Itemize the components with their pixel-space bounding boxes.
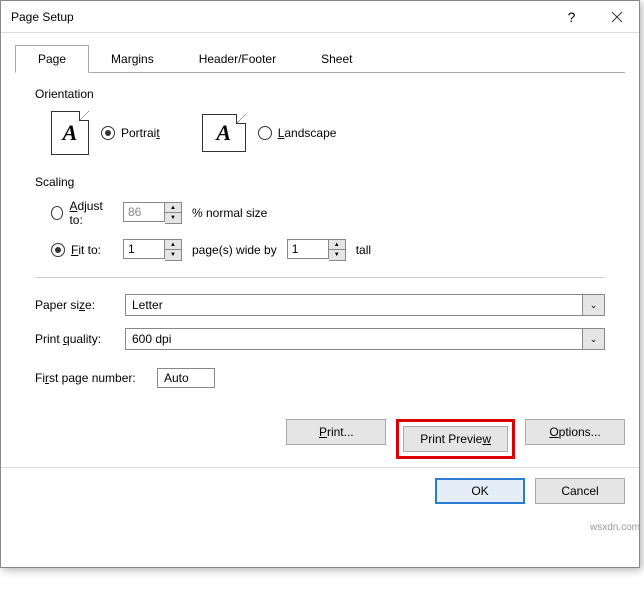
dialog-title: Page Setup bbox=[11, 10, 549, 24]
print-quality-value: 600 dpi bbox=[125, 328, 583, 350]
portrait-radio-label: Portrait bbox=[121, 126, 160, 140]
highlight-annotation: Print Preview bbox=[396, 419, 515, 459]
fit-to-row: Fit to: ▲ ▼ page(s) wide by ▲ ▼ bbox=[35, 239, 605, 261]
page-setup-dialog: Page Setup ? Page Margins Header/Footer … bbox=[0, 0, 640, 568]
close-icon bbox=[611, 11, 623, 23]
tab-header-footer[interactable]: Header/Footer bbox=[176, 45, 299, 73]
adjust-to-row: Adjust to: ▲ ▼ % normal size bbox=[35, 199, 605, 227]
adjust-spinner[interactable]: ▲ ▼ bbox=[123, 202, 182, 224]
tab-margins[interactable]: Margins bbox=[88, 45, 177, 73]
orientation-label: Orientation bbox=[35, 87, 605, 101]
help-button[interactable]: ? bbox=[549, 1, 594, 33]
close-button[interactable] bbox=[594, 1, 639, 33]
chevron-down-icon[interactable]: ⌄ bbox=[583, 328, 605, 350]
ok-button[interactable]: OK bbox=[435, 478, 525, 504]
scaling-label: Scaling bbox=[35, 175, 605, 189]
landscape-icon: A bbox=[202, 114, 246, 152]
fit-wide-spinner[interactable]: ▲ ▼ bbox=[123, 239, 182, 261]
fit-wide-input[interactable] bbox=[123, 239, 165, 259]
spinner-down-icon[interactable]: ▼ bbox=[165, 213, 181, 223]
paper-size-value: Letter bbox=[125, 294, 583, 316]
tab-page[interactable]: Page bbox=[15, 45, 89, 73]
spinner-up-icon[interactable]: ▲ bbox=[165, 240, 181, 250]
fit-tall-spinner[interactable]: ▲ ▼ bbox=[287, 239, 346, 261]
tab-sheet[interactable]: Sheet bbox=[298, 45, 375, 73]
print-quality-row: Print quality: 600 dpi ⌄ bbox=[35, 328, 605, 350]
fit-to-radio[interactable]: Fit to: bbox=[51, 243, 113, 257]
tab-strip: Page Margins Header/Footer Sheet bbox=[15, 45, 639, 73]
orientation-row: A Portrait A Landscape bbox=[35, 111, 605, 155]
fit-to-label: Fit to: bbox=[71, 243, 101, 257]
portrait-icon: A bbox=[51, 111, 89, 155]
scaling-section: Scaling Adjust to: ▲ ▼ % normal size bbox=[35, 175, 605, 261]
adjust-to-radio[interactable]: Adjust to: bbox=[51, 199, 113, 227]
portrait-radio[interactable]: Portrait bbox=[101, 126, 160, 140]
first-page-label: First page number: bbox=[35, 371, 157, 385]
radio-icon bbox=[51, 243, 65, 257]
print-preview-button[interactable]: Print Preview bbox=[403, 426, 508, 452]
fit-tall-input[interactable] bbox=[287, 239, 329, 259]
options-button[interactable]: Options... bbox=[525, 419, 625, 445]
spinner-down-icon[interactable]: ▼ bbox=[329, 250, 345, 260]
print-quality-label: Print quality: bbox=[35, 332, 125, 346]
landscape-radio[interactable]: Landscape bbox=[258, 126, 337, 140]
fit-mid-label: page(s) wide by bbox=[192, 243, 277, 257]
dialog-footer: OK Cancel bbox=[1, 467, 639, 514]
print-button[interactable]: Print... bbox=[286, 419, 386, 445]
chevron-down-icon[interactable]: ⌄ bbox=[583, 294, 605, 316]
paper-size-dropdown[interactable]: Letter ⌄ bbox=[125, 294, 605, 316]
divider bbox=[35, 277, 605, 278]
spinner-up-icon[interactable]: ▲ bbox=[165, 203, 181, 213]
adjust-suffix: % normal size bbox=[192, 206, 267, 220]
adjust-to-label: Adjust to: bbox=[69, 199, 113, 227]
fit-suffix: tall bbox=[356, 243, 371, 257]
tab-content: Orientation A Portrait A Landscape Scali… bbox=[15, 72, 625, 388]
radio-icon bbox=[51, 206, 63, 220]
spinner-up-icon[interactable]: ▲ bbox=[329, 240, 345, 250]
paper-size-label: Paper size: bbox=[35, 298, 125, 312]
radio-icon bbox=[101, 126, 115, 140]
titlebar: Page Setup ? bbox=[1, 1, 639, 33]
print-quality-dropdown[interactable]: 600 dpi ⌄ bbox=[125, 328, 605, 350]
adjust-value-input[interactable] bbox=[123, 202, 165, 222]
spinner-down-icon[interactable]: ▼ bbox=[165, 250, 181, 260]
radio-icon bbox=[258, 126, 272, 140]
cancel-button[interactable]: Cancel bbox=[535, 478, 625, 504]
action-button-row: Print... Print Preview Options... bbox=[1, 419, 639, 459]
first-page-row: First page number: Auto bbox=[35, 368, 605, 388]
paper-size-row: Paper size: Letter ⌄ bbox=[35, 294, 605, 316]
landscape-radio-label: Landscape bbox=[278, 126, 337, 140]
first-page-input[interactable]: Auto bbox=[157, 368, 215, 388]
